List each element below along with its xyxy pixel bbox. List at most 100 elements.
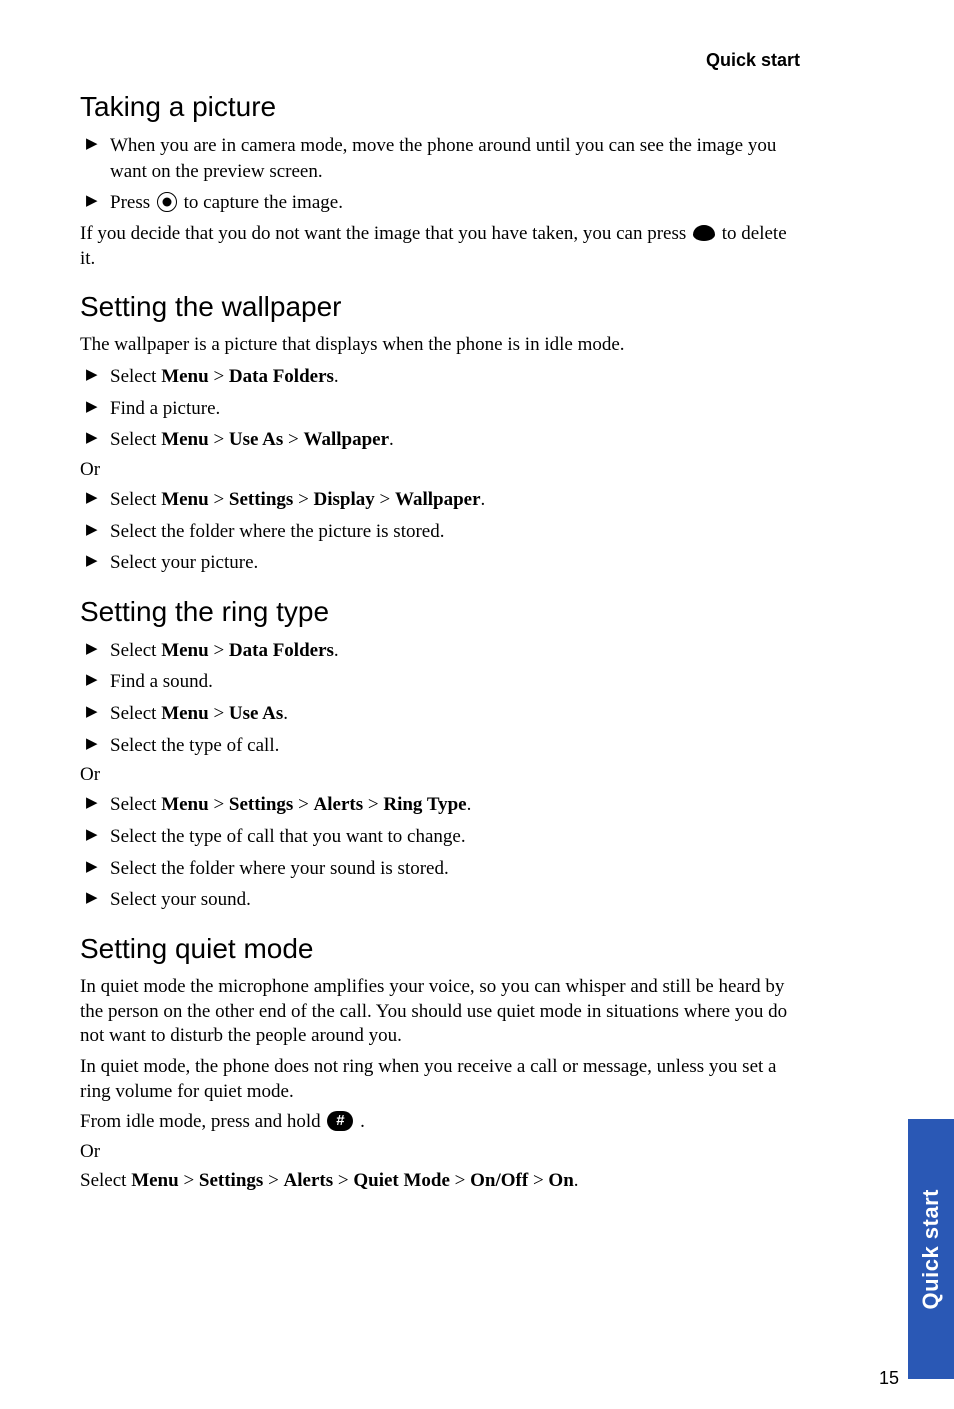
list-item: Select Menu > Use As > Wallpaper.: [80, 427, 800, 453]
separator: >: [209, 703, 229, 724]
text: .: [334, 640, 339, 661]
menu-label: Wallpaper: [395, 489, 481, 510]
separator: >: [209, 640, 229, 661]
or-label: Or: [80, 764, 800, 786]
menu-label: On: [548, 1170, 573, 1191]
text: .: [334, 366, 339, 387]
heading-quiet-mode: Setting quiet mode: [80, 933, 800, 965]
text: Select: [110, 429, 161, 450]
text: .: [355, 1111, 365, 1132]
page-content: Quick start Taking a picture When you ar…: [0, 0, 860, 1240]
list-item: Select Menu > Data Folders.: [80, 364, 800, 390]
separator: >: [263, 1170, 283, 1191]
separator: >: [209, 366, 229, 387]
heading-wallpaper: Setting the wallpaper: [80, 291, 800, 323]
menu-label: Alerts: [284, 1170, 334, 1191]
separator: >: [283, 429, 303, 450]
menu-label: Settings: [199, 1170, 263, 1191]
header-title: Quick start: [80, 50, 800, 71]
menu-label: Menu: [161, 703, 209, 724]
list-item: Press to capture the image.: [80, 190, 800, 216]
paragraph: From idle mode, press and hold .: [80, 1110, 800, 1135]
menu-label: Settings: [229, 489, 293, 510]
list-ring-b: Select Menu > Settings > Alerts > Ring T…: [80, 792, 800, 913]
menu-label: Settings: [229, 794, 293, 815]
list-item: Select Menu > Settings > Alerts > Ring T…: [80, 792, 800, 818]
text: .: [467, 794, 472, 815]
list-item: Select Menu > Settings > Display > Wallp…: [80, 487, 800, 513]
text: Select: [110, 640, 161, 661]
camera-button-icon: [157, 192, 177, 212]
menu-label: Menu: [161, 794, 209, 815]
separator: >: [333, 1170, 353, 1191]
list-item: Select the type of call that you want to…: [80, 824, 800, 850]
text: Select: [110, 703, 161, 724]
menu-label: Display: [314, 489, 375, 510]
page-number: 15: [879, 1368, 899, 1389]
sidebar-tab-label: Quick start: [918, 1189, 944, 1309]
list-taking-picture: When you are in camera mode, move the ph…: [80, 133, 800, 216]
list-item: Select the folder where the picture is s…: [80, 519, 800, 545]
separator: >: [209, 429, 229, 450]
list-item: Select your picture.: [80, 550, 800, 576]
text: Select: [110, 489, 161, 510]
menu-label: Menu: [161, 640, 209, 661]
menu-label: Menu: [131, 1170, 179, 1191]
list-item: When you are in camera mode, move the ph…: [80, 133, 800, 184]
text: If you decide that you do not want the i…: [80, 223, 691, 244]
text: Select: [110, 366, 161, 387]
separator: >: [293, 489, 313, 510]
text: to capture the image.: [179, 192, 343, 213]
menu-label: Alerts: [314, 794, 364, 815]
paragraph: In quiet mode the microphone amplifies y…: [80, 975, 800, 1049]
text: .: [283, 703, 288, 724]
paragraph: If you decide that you do not want the i…: [80, 222, 800, 271]
sidebar-tab: Quick start: [908, 1119, 954, 1379]
separator: >: [209, 794, 229, 815]
separator: >: [179, 1170, 199, 1191]
menu-label: Data Folders: [229, 640, 334, 661]
menu-label: Menu: [161, 489, 209, 510]
separator: >: [528, 1170, 548, 1191]
menu-label: Wallpaper: [304, 429, 390, 450]
heading-taking-picture: Taking a picture: [80, 91, 800, 123]
text: Press: [110, 192, 155, 213]
separator: >: [293, 794, 313, 815]
paragraph: In quiet mode, the phone does not ring w…: [80, 1055, 800, 1104]
hash-key-icon: [327, 1111, 353, 1131]
text: Select: [80, 1170, 131, 1191]
text: .: [574, 1170, 579, 1191]
menu-label: Menu: [161, 366, 209, 387]
text: From idle mode, press and hold: [80, 1111, 325, 1132]
menu-label: Menu: [161, 429, 209, 450]
or-label: Or: [80, 459, 800, 481]
separator: >: [450, 1170, 470, 1191]
list-wallpaper-a: Select Menu > Data Folders. Find a pictu…: [80, 364, 800, 453]
text: .: [389, 429, 394, 450]
list-ring-a: Select Menu > Data Folders. Find a sound…: [80, 638, 800, 759]
text: Select: [110, 794, 161, 815]
or-label: Or: [80, 1141, 800, 1163]
menu-label: Quiet Mode: [353, 1170, 450, 1191]
list-item: Select Menu > Data Folders.: [80, 638, 800, 664]
list-wallpaper-b: Select Menu > Settings > Display > Wallp…: [80, 487, 800, 576]
separator: >: [363, 794, 383, 815]
delete-key-icon: [693, 225, 715, 241]
list-item: Select the type of call.: [80, 733, 800, 759]
list-item: Find a picture.: [80, 396, 800, 422]
menu-label: Ring Type: [383, 794, 466, 815]
list-item: Select your sound.: [80, 887, 800, 913]
paragraph: Select Menu > Settings > Alerts > Quiet …: [80, 1169, 800, 1194]
text: .: [481, 489, 486, 510]
heading-ring-type: Setting the ring type: [80, 596, 800, 628]
separator: >: [209, 489, 229, 510]
list-item: Find a sound.: [80, 669, 800, 695]
menu-label: On/Off: [470, 1170, 528, 1191]
list-item: Select the folder where your sound is st…: [80, 856, 800, 882]
menu-label: Use As: [229, 703, 283, 724]
menu-label: Use As: [229, 429, 283, 450]
list-item: Select Menu > Use As.: [80, 701, 800, 727]
menu-label: Data Folders: [229, 366, 334, 387]
paragraph: The wallpaper is a picture that displays…: [80, 333, 800, 358]
separator: >: [375, 489, 395, 510]
